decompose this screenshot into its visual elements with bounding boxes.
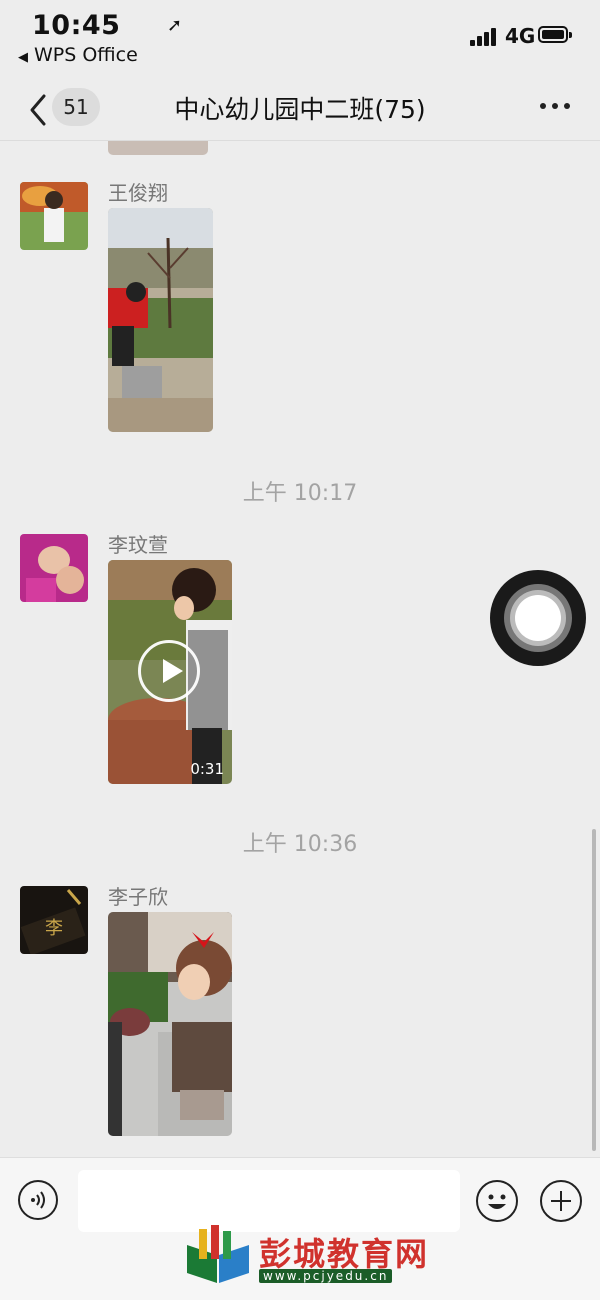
sender-name: 李玟萱 — [108, 533, 168, 557]
signal-icon — [470, 26, 498, 46]
avatar[interactable] — [20, 534, 88, 602]
sender-name: 李子欣 — [108, 885, 168, 909]
location-icon: ➚ — [167, 15, 183, 36]
battery-icon — [538, 26, 572, 43]
assistive-touch-button[interactable] — [490, 570, 586, 666]
voice-icon[interactable] — [18, 1180, 58, 1220]
video-duration: 0:31 — [190, 760, 224, 778]
plus-icon[interactable] — [540, 1180, 582, 1222]
network-type: 4G — [505, 24, 536, 48]
unread-count-badge[interactable]: 51 — [52, 88, 100, 126]
photo-message[interactable] — [108, 208, 213, 432]
book-logo-icon — [187, 1225, 249, 1283]
sender-name: 王俊翔 — [108, 181, 168, 205]
play-icon[interactable] — [138, 640, 200, 702]
more-dots-icon[interactable] — [538, 95, 572, 115]
previous-photo-edge[interactable] — [108, 141, 208, 155]
chat-title: 中心幼儿园中二班(75) — [174, 95, 426, 124]
back-to-app-link[interactable]: ◀ WPS Office — [18, 44, 138, 66]
back-app-label: WPS Office — [34, 44, 138, 66]
video-message[interactable]: 0:31 — [108, 560, 232, 784]
message-input[interactable] — [78, 1170, 460, 1232]
watermark: 彭城教育网 www.pcjyedu.cn — [183, 1225, 443, 1289]
photo-message[interactable] — [108, 912, 232, 1136]
status-bar: 10:45 ➚ ◀ WPS Office 4G — [0, 0, 600, 80]
scrollbar[interactable] — [592, 829, 596, 1151]
avatar[interactable] — [20, 182, 88, 250]
svg-text:李: 李 — [45, 918, 63, 939]
chevron-left-icon[interactable] — [24, 90, 54, 130]
watermark-url: www.pcjyedu.cn — [259, 1269, 393, 1283]
message-timestamp: 上午 10:36 — [242, 832, 358, 857]
emoji-icon[interactable] — [476, 1180, 518, 1222]
avatar[interactable]: 李 — [20, 886, 88, 954]
message-timestamp: 上午 10:17 — [242, 481, 358, 506]
status-time: 10:45 — [32, 10, 121, 41]
